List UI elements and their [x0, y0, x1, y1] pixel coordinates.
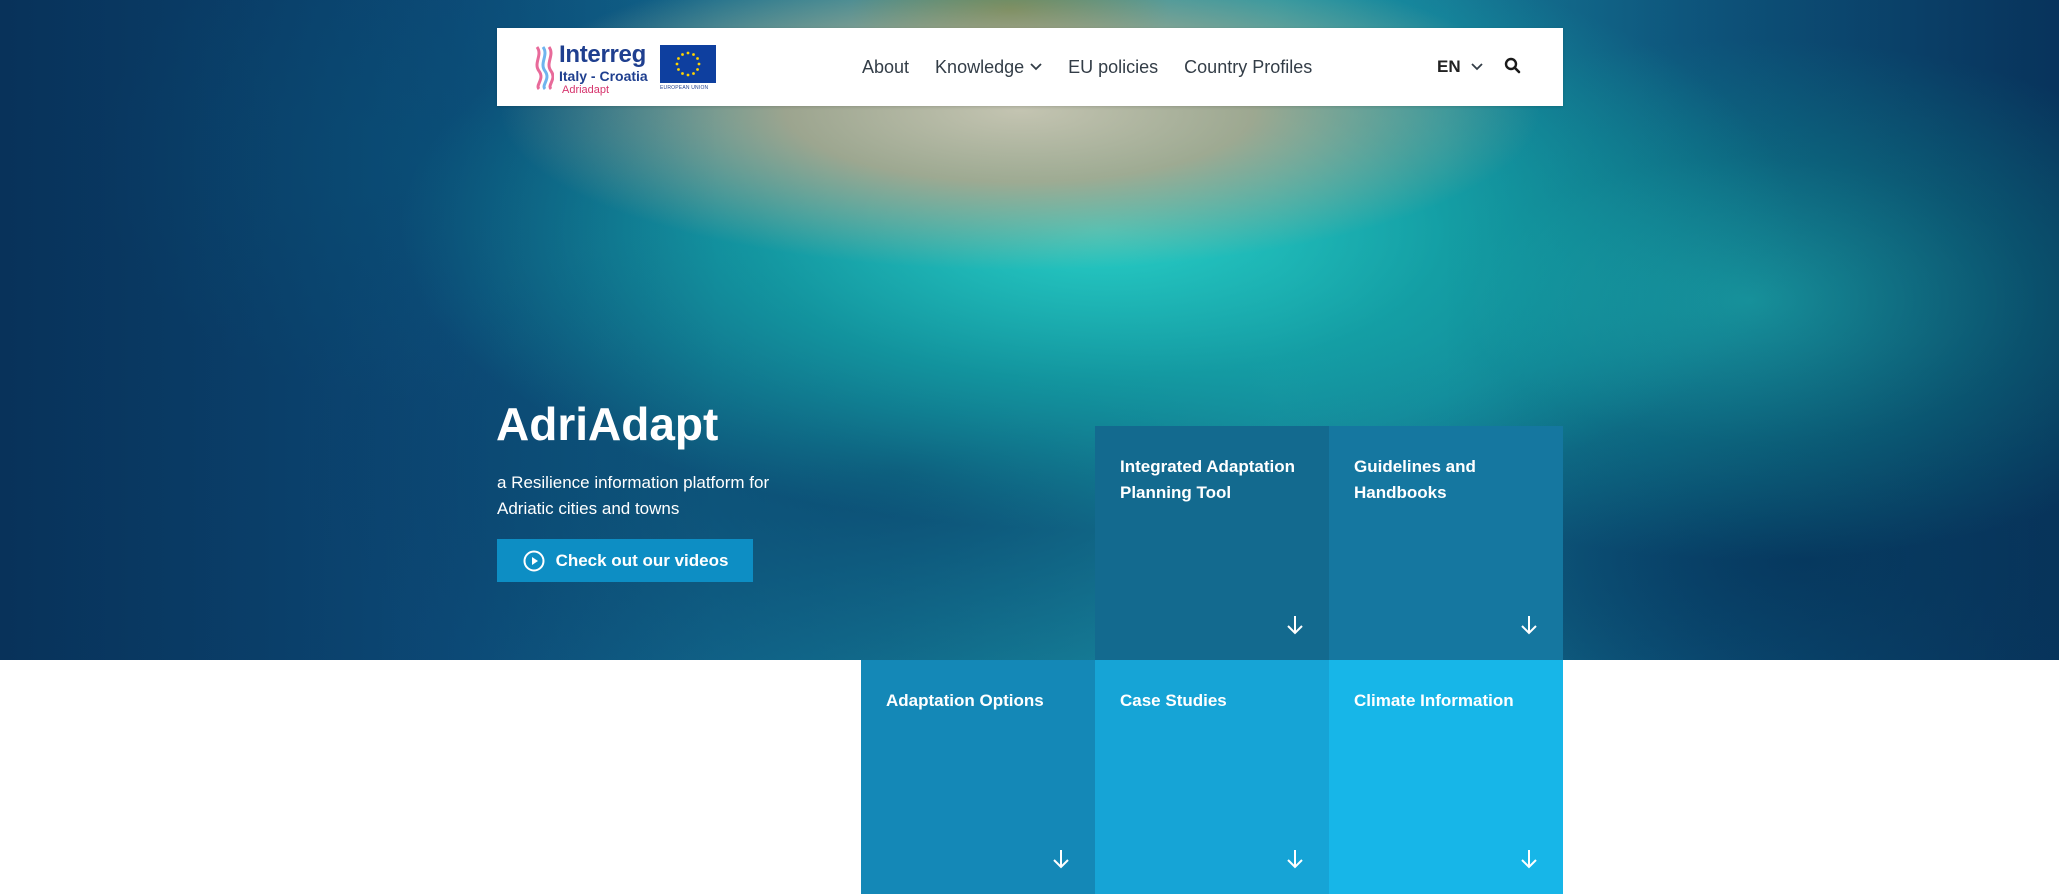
arrow-down-icon	[1053, 850, 1069, 869]
tile-label: Integrated Adaptation Planning Tool	[1120, 457, 1296, 502]
nav-item-label: Country Profiles	[1184, 56, 1313, 77]
check-videos-button[interactable]: Check out our videos	[497, 539, 753, 582]
search-icon[interactable]	[1502, 55, 1524, 77]
tile-adaptation-options[interactable]: Adaptation Options	[861, 660, 1095, 894]
arrow-down-icon	[1287, 850, 1303, 869]
chevron-down-icon	[1470, 63, 1483, 71]
tile-climate-information[interactable]: Climate Information	[1329, 660, 1563, 894]
logo-project: Adriadapt	[562, 84, 610, 96]
nav-item-country-profiles[interactable]: Country Profiles	[1184, 57, 1312, 78]
chevron-down-icon	[1030, 63, 1042, 71]
eu-flag-icon	[660, 45, 716, 83]
tile-guidelines-and-handbooks[interactable]: Guidelines and Handbooks	[1329, 426, 1563, 660]
cta-label: Check out our videos	[555, 550, 729, 570]
site-logo[interactable]: Interreg Italy - Croatia Adriadapt EUROP…	[534, 43, 718, 96]
nav-item-label: Knowledge	[935, 56, 1025, 77]
nav-item-label: About	[862, 56, 910, 77]
tile-label: Adaptation Options	[886, 691, 1044, 710]
logo-text: Interreg Italy - Croatia Adriadapt	[559, 43, 648, 96]
interreg-waves-icon	[535, 46, 554, 91]
arrow-down-icon	[1521, 850, 1537, 869]
tile-label: Climate Information	[1354, 691, 1514, 710]
arrow-down-icon	[1287, 616, 1303, 635]
logo-interreg: Interreg	[559, 41, 646, 68]
play-circle-icon	[523, 550, 545, 571]
tile-label: Case Studies	[1120, 691, 1227, 710]
page-title: AdriAdapt	[496, 398, 719, 450]
hero-subtitle: a Resilience information platform for Ad…	[497, 473, 770, 518]
nav-item-label: EU policies	[1068, 56, 1159, 77]
language-selector[interactable]: EN	[1437, 28, 1483, 106]
main-nav: About Knowledge EU policies Country Prof…	[862, 28, 1338, 106]
top-navbar: Interreg Italy - Croatia Adriadapt EUROP…	[497, 28, 1563, 106]
arrow-down-icon	[1521, 616, 1537, 635]
language-label: EN	[1437, 57, 1461, 76]
logo-country: Italy - Croatia	[559, 68, 648, 84]
tile-integrated-adaptation-planning-tool[interactable]: Integrated Adaptation Planning Tool	[1095, 426, 1329, 660]
nav-item-knowledge[interactable]: Knowledge	[935, 57, 1042, 78]
nav-item-about[interactable]: About	[862, 57, 909, 78]
tile-case-studies[interactable]: Case Studies	[1095, 660, 1329, 894]
eu-caption: EUROPEAN UNION	[660, 85, 709, 91]
nav-item-eu-policies[interactable]: EU policies	[1068, 57, 1158, 78]
tile-label: Guidelines and Handbooks	[1354, 457, 1476, 502]
